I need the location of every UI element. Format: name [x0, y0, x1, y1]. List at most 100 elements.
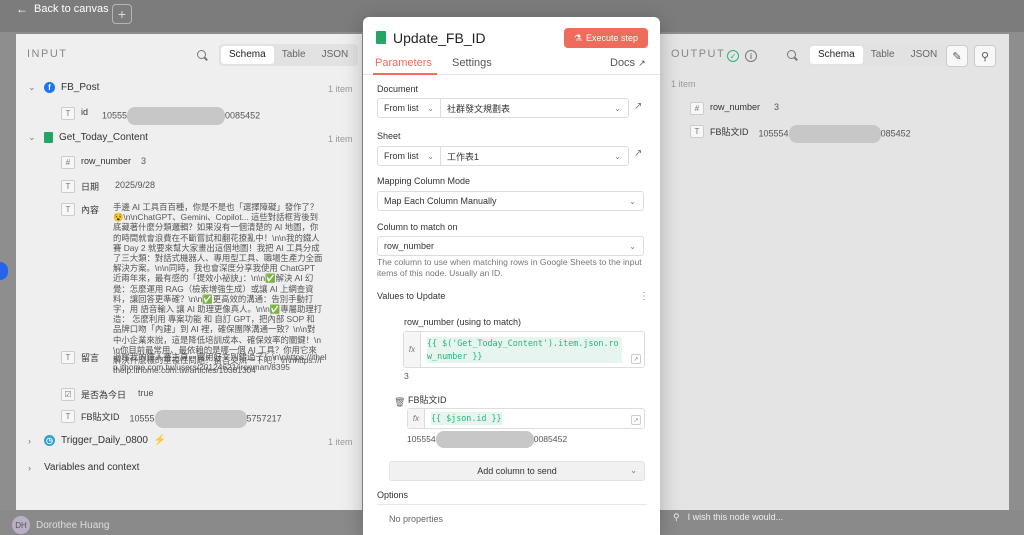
edit-output-button[interactable]: ✎ — [946, 45, 968, 67]
chevron-down-icon: ⌄ — [427, 151, 434, 161]
expression-code: {{ $json.id }} — [431, 412, 502, 425]
document-select[interactable]: From list ⌄ 社群發文規劃表 ⌄ — [377, 98, 629, 118]
chevron-down-icon: ⌄ — [614, 151, 621, 161]
column-to-match-select[interactable]: row_number ⌄ — [377, 236, 644, 256]
item-count: 1 item — [328, 437, 353, 447]
success-check-icon: ✓ — [727, 50, 739, 62]
docs-link[interactable]: Docs ↗ — [610, 57, 646, 69]
field-is-today: ☑ 是否為今日 true — [61, 388, 154, 401]
active-tab-indicator — [373, 73, 437, 75]
view-json[interactable]: JSON — [314, 46, 357, 64]
row-number-expression-input[interactable]: fx {{ $('Get_Today_Content').item.json.r… — [403, 331, 645, 368]
add-column-to-send-select[interactable]: Add column to send ⌄ — [389, 461, 645, 481]
fb-post-id-label: FB貼文ID — [408, 395, 447, 405]
output-view-switcher: Schema Table JSON — [808, 44, 948, 66]
input-title: INPUT — [27, 48, 68, 60]
field-name[interactable]: FB貼文ID — [81, 410, 120, 423]
field-value-comment: 追蹤我的鐵人賽主頁，實用好文別錯過了！\n\nhttps://ithelp.it… — [113, 352, 327, 373]
input-view-switcher: Schema Table JSON — [219, 44, 359, 66]
more-options-icon[interactable]: ⋮ — [639, 291, 649, 302]
field-name[interactable]: 日期 — [81, 180, 99, 193]
expand-icon[interactable]: ↗ — [631, 354, 641, 364]
avatar[interactable]: DH — [12, 516, 30, 534]
bolt-icon: ⚡ — [153, 435, 167, 446]
field-date: T 日期 2025/9/28 — [61, 180, 155, 193]
view-json[interactable]: JSON — [903, 46, 946, 64]
execute-label: Execute step — [586, 33, 639, 43]
execute-step-button[interactable]: ⚗ Execute step — [564, 28, 648, 48]
node-fb-post[interactable]: ⌄ f FB_Post — [28, 82, 99, 93]
field-id: T id 10555 0085452 — [61, 107, 260, 125]
number-type-icon: # — [690, 102, 704, 115]
output-field-row-number: # row_number 3 — [690, 102, 779, 115]
tab-settings[interactable]: Settings — [452, 57, 492, 69]
text-type-icon: T — [61, 351, 75, 364]
document-value: 社群發文規劃表 — [447, 103, 511, 114]
text-type-icon: T — [61, 410, 75, 423]
search-icon[interactable] — [197, 50, 209, 62]
field-name[interactable]: FB貼文ID — [710, 125, 749, 138]
flask-icon: ⚗ — [573, 32, 583, 43]
chevron-down-icon: ⌄ — [28, 82, 36, 92]
field-name[interactable]: 是否為今日 — [81, 388, 126, 401]
node-trigger-daily[interactable]: › ◷ Trigger_Daily_0800 ⚡ — [28, 435, 166, 446]
expression-code: {{ $('Get_Today_Content').item.json.row_… — [427, 337, 622, 363]
sheet-value: 工作表1 — [447, 151, 480, 162]
input-panel: INPUT Schema Table JSON ⌄ f FB_Post 1 it… — [16, 34, 362, 510]
field-value: 3 — [774, 102, 780, 112]
chevron-down-icon: ⌄ — [629, 196, 636, 206]
back-to-canvas-link[interactable]: ← Back to canvas — [16, 2, 109, 16]
redacted-block — [788, 125, 881, 143]
google-sheets-icon — [376, 31, 386, 44]
mapping-mode-value: Map Each Column Manually — [384, 196, 497, 206]
tab-parameters[interactable]: Parameters — [375, 57, 432, 69]
field-name[interactable]: row_number — [81, 156, 131, 166]
redacted-block — [435, 431, 534, 448]
info-icon[interactable]: i — [745, 50, 757, 62]
fx-icon: fx — [404, 332, 421, 367]
sheet-select[interactable]: From list ⌄ 工作表1 ⌄ — [377, 146, 629, 166]
redacted-block — [127, 107, 226, 125]
column-to-match-value: row_number — [384, 241, 435, 251]
chevron-down-icon: ⌄ — [614, 103, 621, 113]
search-icon[interactable] — [787, 50, 799, 62]
node-variables-context[interactable]: › Variables and context — [28, 462, 139, 473]
arrow-left-icon: ← — [16, 2, 28, 16]
chevron-down-icon: ⌄ — [629, 241, 636, 251]
external-link-icon: ↗ — [638, 58, 646, 68]
field-name[interactable]: row_number — [710, 102, 760, 112]
feedback-link[interactable]: ⚲ I wish this node would... — [673, 512, 783, 523]
mapping-mode-label: Mapping Column Mode — [377, 176, 471, 186]
node-get-today-content[interactable]: ⌄ Get_Today_Content — [28, 132, 148, 143]
field-name[interactable]: 內容 — [81, 203, 99, 216]
field-comment: T 留言 — [61, 351, 99, 364]
number-type-icon: # — [61, 156, 75, 169]
values-to-update-title: Values to Update — [377, 291, 446, 301]
pin-output-button[interactable]: ⚲ — [974, 45, 996, 67]
fb-post-id-result: 105554 0085452 — [407, 431, 567, 448]
view-schema[interactable]: Schema — [221, 46, 274, 64]
node-name: Get_Today_Content — [59, 132, 148, 143]
add-node-button[interactable]: + — [112, 4, 132, 24]
expand-icon[interactable]: ↗ — [631, 415, 641, 425]
item-count: 1 item — [328, 84, 353, 94]
fb-post-id-expression-input[interactable]: fx {{ $json.id }} ↗ — [407, 408, 645, 429]
open-document-icon[interactable]: ↗ — [634, 101, 642, 112]
document-mode-select[interactable]: From list ⌄ — [378, 99, 441, 117]
view-table[interactable]: Table — [274, 46, 314, 64]
view-table[interactable]: Table — [863, 46, 903, 64]
mapping-mode-select[interactable]: Map Each Column Manually ⌄ — [377, 191, 644, 211]
redacted-block — [154, 410, 247, 428]
column-to-match-label: Column to match on — [377, 222, 458, 232]
add-column-label: Add column to send — [477, 466, 557, 476]
field-name[interactable]: id — [81, 107, 88, 117]
sheet-mode-select[interactable]: From list ⌄ — [378, 147, 441, 165]
open-sheet-icon[interactable]: ↗ — [634, 148, 642, 159]
trash-icon[interactable]: 🗑 — [394, 397, 405, 408]
view-schema[interactable]: Schema — [810, 46, 863, 64]
node-title[interactable]: Update_FB_ID — [393, 30, 486, 46]
text-type-icon: T — [61, 203, 75, 216]
fx-icon: fx — [408, 409, 425, 428]
field-content: T 內容 — [61, 203, 99, 216]
field-name[interactable]: 留言 — [81, 351, 99, 364]
